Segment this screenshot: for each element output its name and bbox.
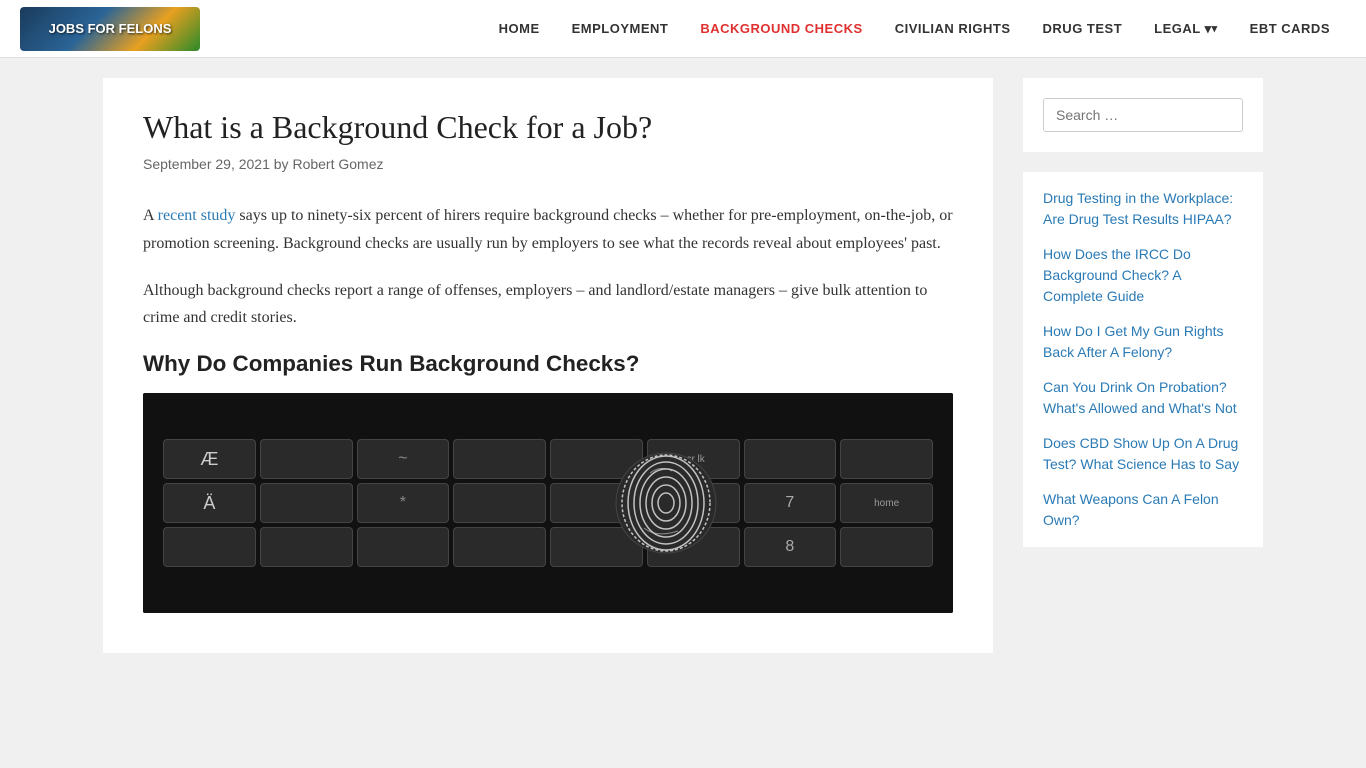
- article-title: What is a Background Check for a Job?: [143, 108, 953, 146]
- page-layout: What is a Background Check for a Job? Se…: [83, 58, 1283, 673]
- search-input[interactable]: [1043, 98, 1243, 132]
- key-blank4: [744, 439, 837, 479]
- key-blank11: [260, 527, 353, 567]
- article-para1: A recent study says up to ninety-six per…: [143, 202, 953, 256]
- logo-text: JOBS FOR FELONS: [49, 21, 172, 36]
- key-home: home: [840, 483, 933, 523]
- sidebar-link-weapons-felon[interactable]: What Weapons Can A Felon Own?: [1043, 489, 1243, 531]
- nav-link-home[interactable]: HOME: [483, 0, 556, 57]
- key-ae: Æ: [163, 439, 256, 479]
- key-blank5: [840, 439, 933, 479]
- nav-links: HOMEEMPLOYMENTBACKGROUND CHECKSCIVILIAN …: [483, 0, 1346, 57]
- nav-link-employment[interactable]: EMPLOYMENT: [556, 0, 685, 57]
- nav-link-ebt-cards[interactable]: EBT CARDS: [1234, 0, 1346, 57]
- sidebar-link-drink-probation[interactable]: Can You Drink On Probation? What's Allow…: [1043, 377, 1243, 419]
- key-7: 7: [744, 483, 837, 523]
- main-nav: JOBS FOR FELONS HOMEEMPLOYMENTBACKGROUND…: [0, 0, 1366, 58]
- key-asterisk: *: [357, 483, 450, 523]
- sidebar-search-box: [1023, 78, 1263, 152]
- article-meta: September 29, 2021 by Robert Gomez: [143, 156, 953, 172]
- section-heading: Why Do Companies Run Background Checks?: [143, 351, 953, 377]
- sidebar-related-links: Drug Testing in the Workplace: Are Drug …: [1023, 172, 1263, 547]
- keyboard-grid: Æ ~ scr lk Ä * 7: [143, 393, 953, 613]
- article-image: Æ ~ scr lk Ä * 7: [143, 393, 953, 613]
- sidebar-link-gun-rights[interactable]: How Do I Get My Gun Rights Back After A …: [1043, 321, 1243, 363]
- nav-link-civilian-rights[interactable]: CIVILIAN RIGHTS: [879, 0, 1027, 57]
- sidebar-link-cbd-drug-test[interactable]: Does CBD Show Up On A Drug Test? What Sc…: [1043, 433, 1243, 475]
- key-blank6: [260, 483, 353, 523]
- para1-before: A: [143, 207, 158, 224]
- article-body: A recent study says up to ninety-six per…: [143, 202, 953, 613]
- article-by: by: [274, 156, 293, 172]
- key-tilde: ~: [357, 439, 450, 479]
- key-auml: Ä: [163, 483, 256, 523]
- key-blank13: [453, 527, 546, 567]
- key-blank16: [840, 527, 933, 567]
- key-blank2: [453, 439, 546, 479]
- nav-link-drug-test[interactable]: DRUG TEST: [1027, 0, 1139, 57]
- article-date: September 29, 2021: [143, 156, 270, 172]
- site-logo[interactable]: JOBS FOR FELONS: [20, 7, 200, 51]
- article-para2: Although background checks report a rang…: [143, 277, 953, 331]
- sidebar: Drug Testing in the Workplace: Are Drug …: [1023, 78, 1263, 653]
- nav-link-legal[interactable]: LEGAL ▾: [1138, 0, 1234, 57]
- key-blank7: [453, 483, 546, 523]
- keyboard-image: Æ ~ scr lk Ä * 7: [143, 393, 953, 613]
- article-author[interactable]: Robert Gomez: [292, 156, 383, 172]
- key-blank12: [357, 527, 450, 567]
- key-blank10: [163, 527, 256, 567]
- nav-link-background-checks[interactable]: BACKGROUND CHECKS: [684, 0, 878, 57]
- main-content: What is a Background Check for a Job? Se…: [103, 78, 993, 653]
- fingerprint-image: [606, 443, 726, 563]
- sidebar-link-ircc[interactable]: How Does the IRCC Do Background Check? A…: [1043, 244, 1243, 307]
- recent-study-link[interactable]: recent study: [158, 207, 236, 224]
- sidebar-link-drug-testing[interactable]: Drug Testing in the Workplace: Are Drug …: [1043, 188, 1243, 230]
- key-8: 8: [744, 527, 837, 567]
- para1-after: says up to ninety-six percent of hirers …: [143, 207, 953, 251]
- key-blank1: [260, 439, 353, 479]
